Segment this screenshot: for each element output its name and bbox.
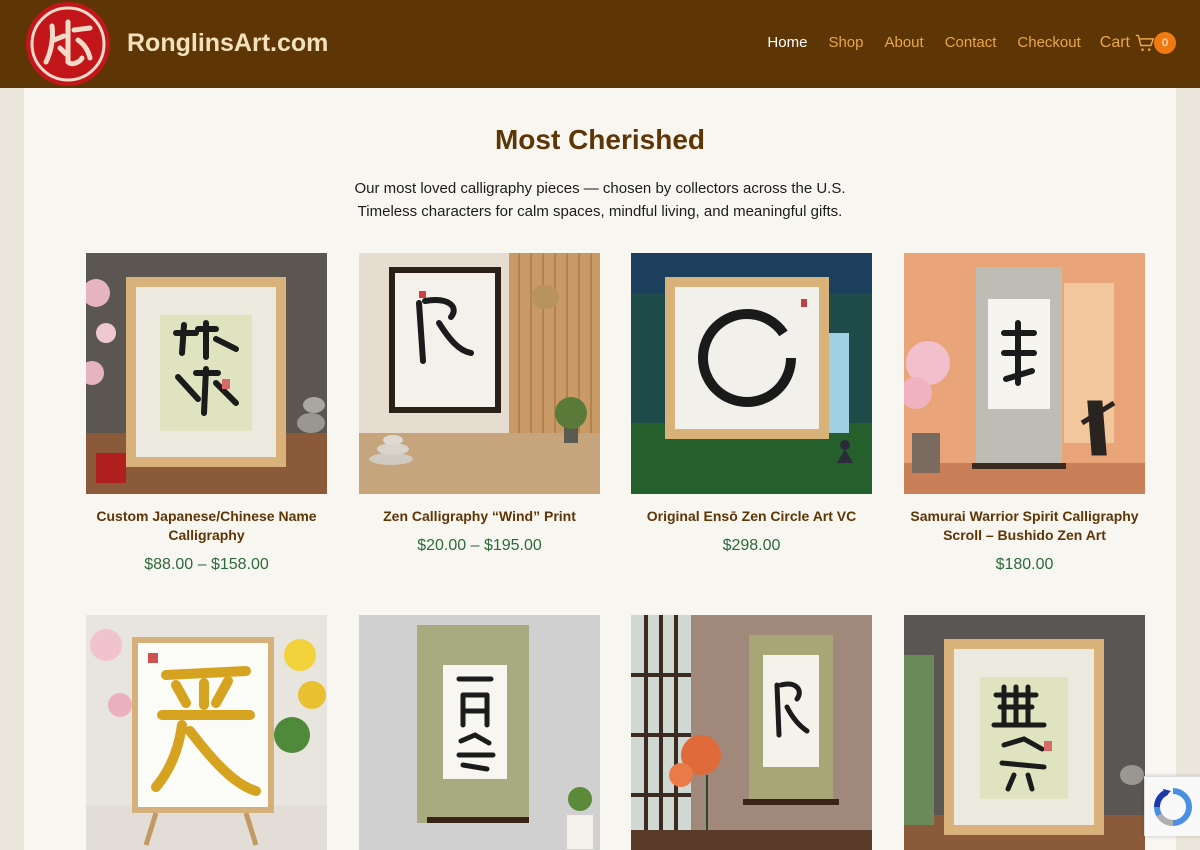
product-image-enso-circle[interactable] xyxy=(631,253,872,494)
nav-checkout[interactable]: Checkout xyxy=(1017,30,1080,56)
product-price: $20.00 – $195.00 xyxy=(417,537,542,554)
nav-shop[interactable]: Shop xyxy=(828,30,863,56)
site-header: RonglinsArt.com Home Shop About Contact … xyxy=(0,0,1200,88)
product-card[interactable] xyxy=(904,615,1145,850)
cart-count-badge: 0 xyxy=(1154,32,1176,54)
product-card[interactable]: Samurai Warrior Spirit Calligraphy Scrol… xyxy=(904,253,1145,574)
main-nav: Home Shop About Contact Checkout Cart 0 xyxy=(746,30,1176,56)
red-seal-logo-icon xyxy=(26,2,110,86)
product-card[interactable]: Zen Calligraphy “Wind” Print $20.00 – $1… xyxy=(359,253,600,555)
product-image-mu-i-framed[interactable] xyxy=(904,615,1145,850)
nav-about[interactable]: About xyxy=(884,30,923,56)
intro-line-1: Our most loved calligraphy pieces — chos… xyxy=(354,180,846,197)
product-image-wind-scroll-window[interactable] xyxy=(631,615,872,850)
main-content: Most Cherished Our most loved calligraph… xyxy=(24,88,1176,850)
product-name[interactable]: Zen Calligraphy “Wind” Print xyxy=(359,507,600,526)
recaptcha-icon xyxy=(1153,788,1192,827)
intro-line-2: Timeless characters for calm spaces, min… xyxy=(357,203,843,220)
recaptcha-badge[interactable] xyxy=(1144,776,1200,836)
product-name[interactable]: Samurai Warrior Spirit Calligraphy Scrol… xyxy=(904,507,1145,545)
site-title[interactable]: RonglinsArt.com xyxy=(127,29,328,58)
cart-link[interactable]: Cart 0 xyxy=(1100,32,1176,54)
nav-contact[interactable]: Contact xyxy=(945,30,997,56)
product-price: $88.00 – $158.00 xyxy=(144,556,269,573)
product-card[interactable]: Custom Japanese/Chinese Name Calligraphy… xyxy=(86,253,327,574)
site-logo[interactable] xyxy=(24,0,112,88)
product-price: $180.00 xyxy=(995,556,1054,573)
product-image-samurai-scroll[interactable] xyxy=(904,253,1145,494)
product-card[interactable] xyxy=(631,615,872,850)
cart-label: Cart xyxy=(1099,34,1130,51)
product-card[interactable] xyxy=(86,615,327,850)
product-image-love-gold[interactable] xyxy=(86,615,327,850)
product-image-wind-print[interactable] xyxy=(359,253,600,494)
product-price: $298.00 xyxy=(722,537,781,554)
product-image-ichigo-ichie-scroll[interactable] xyxy=(359,615,600,850)
intro-text: Our most loved calligraphy pieces — chos… xyxy=(24,177,1176,223)
nav-home[interactable]: Home xyxy=(767,30,807,56)
product-name[interactable]: Original Ensō Zen Circle Art VC xyxy=(631,507,872,526)
product-card[interactable]: Original Ensō Zen Circle Art VC $298.00 xyxy=(631,253,872,555)
product-card[interactable] xyxy=(359,615,600,850)
product-name[interactable]: Custom Japanese/Chinese Name Calligraphy xyxy=(86,507,327,545)
product-image-framed-name-calligraphy[interactable] xyxy=(86,253,327,494)
cart-icon xyxy=(1135,34,1155,51)
page-title: Most Cherished xyxy=(494,124,706,155)
